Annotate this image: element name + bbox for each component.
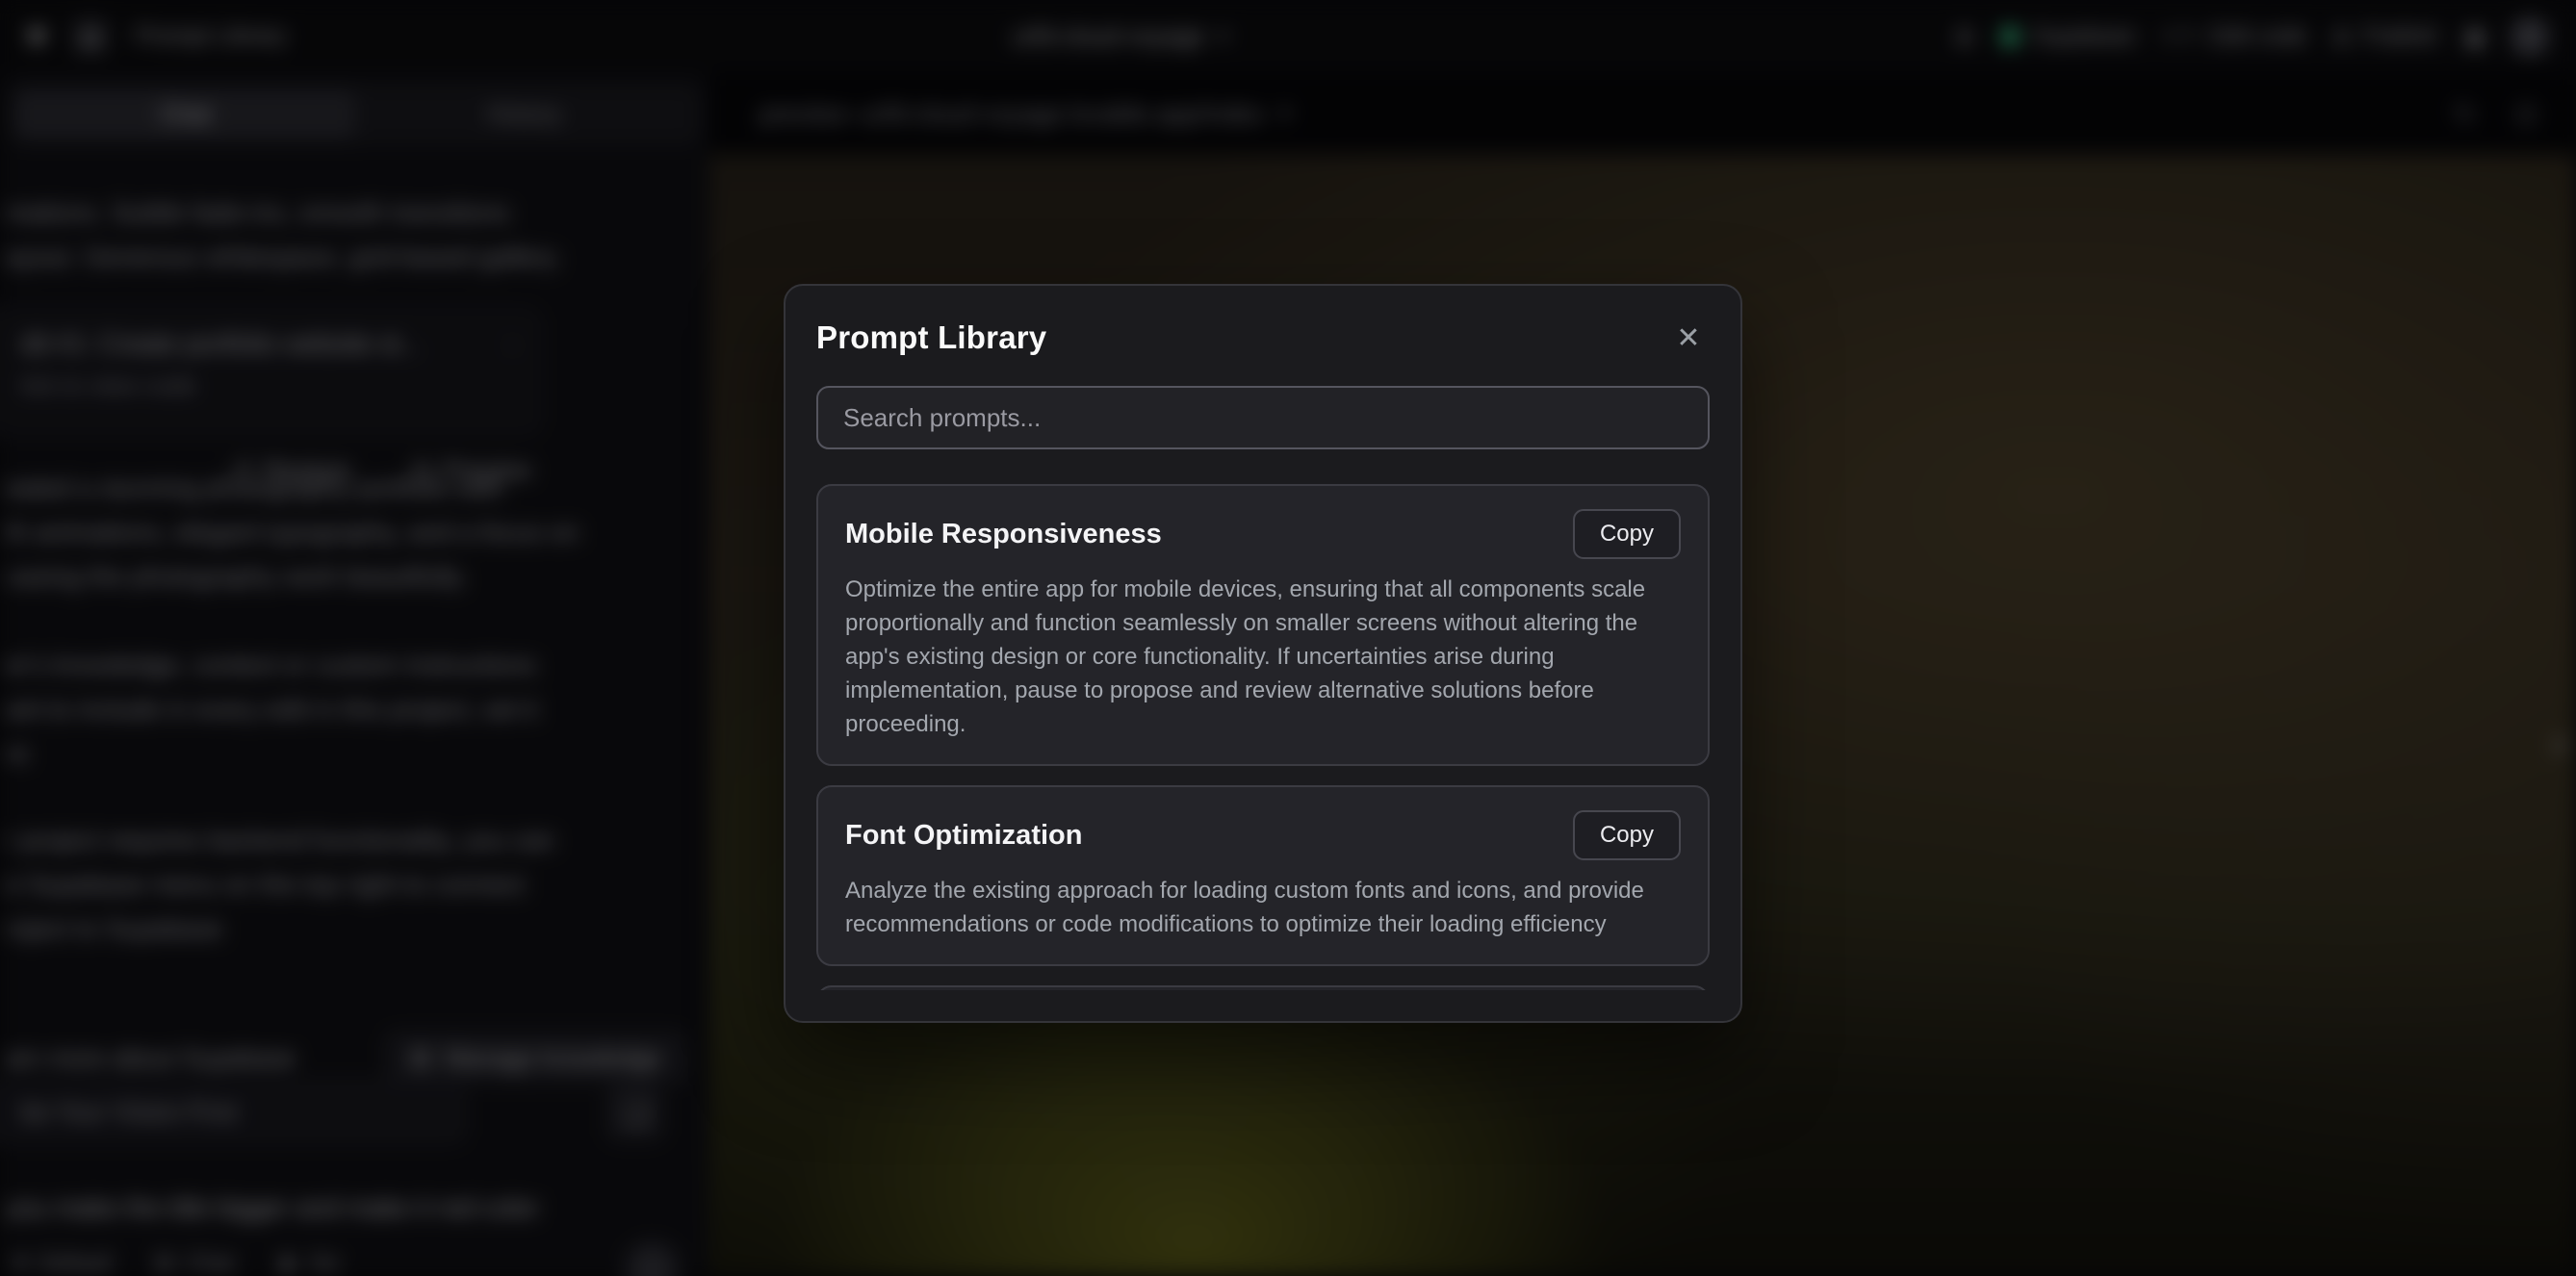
- search-input[interactable]: [816, 386, 1710, 449]
- prompt-title: Font Optimization: [845, 820, 1082, 852]
- modal-header: Prompt Library ✕: [816, 317, 1710, 359]
- close-icon[interactable]: ✕: [1667, 317, 1710, 359]
- prompt-card-mobile-responsiveness: Mobile Responsiveness Copy Optimize the …: [816, 484, 1710, 766]
- modal-title: Prompt Library: [816, 319, 1046, 356]
- prompt-description: Analyze the existing approach for loadin…: [845, 874, 1681, 941]
- prompt-description: Optimize the entire app for mobile devic…: [845, 573, 1681, 741]
- prompt-list: Mobile Responsiveness Copy Optimize the …: [816, 484, 1710, 990]
- prompt-title: Mobile Responsiveness: [845, 519, 1162, 550]
- prompt-card-font-optimization: Font Optimization Copy Analyze the exist…: [816, 785, 1710, 966]
- copy-button[interactable]: Copy: [1573, 509, 1681, 559]
- copy-button[interactable]: Copy: [1573, 810, 1681, 860]
- prompt-card-clipped[interactable]: [816, 985, 1710, 990]
- prompt-library-modal: Prompt Library ✕ Mobile Responsiveness C…: [784, 284, 1742, 1023]
- app-window: ♥ ▤ Prompt Library urfd-cloud-voyage ▾ ⊕…: [0, 0, 2576, 1276]
